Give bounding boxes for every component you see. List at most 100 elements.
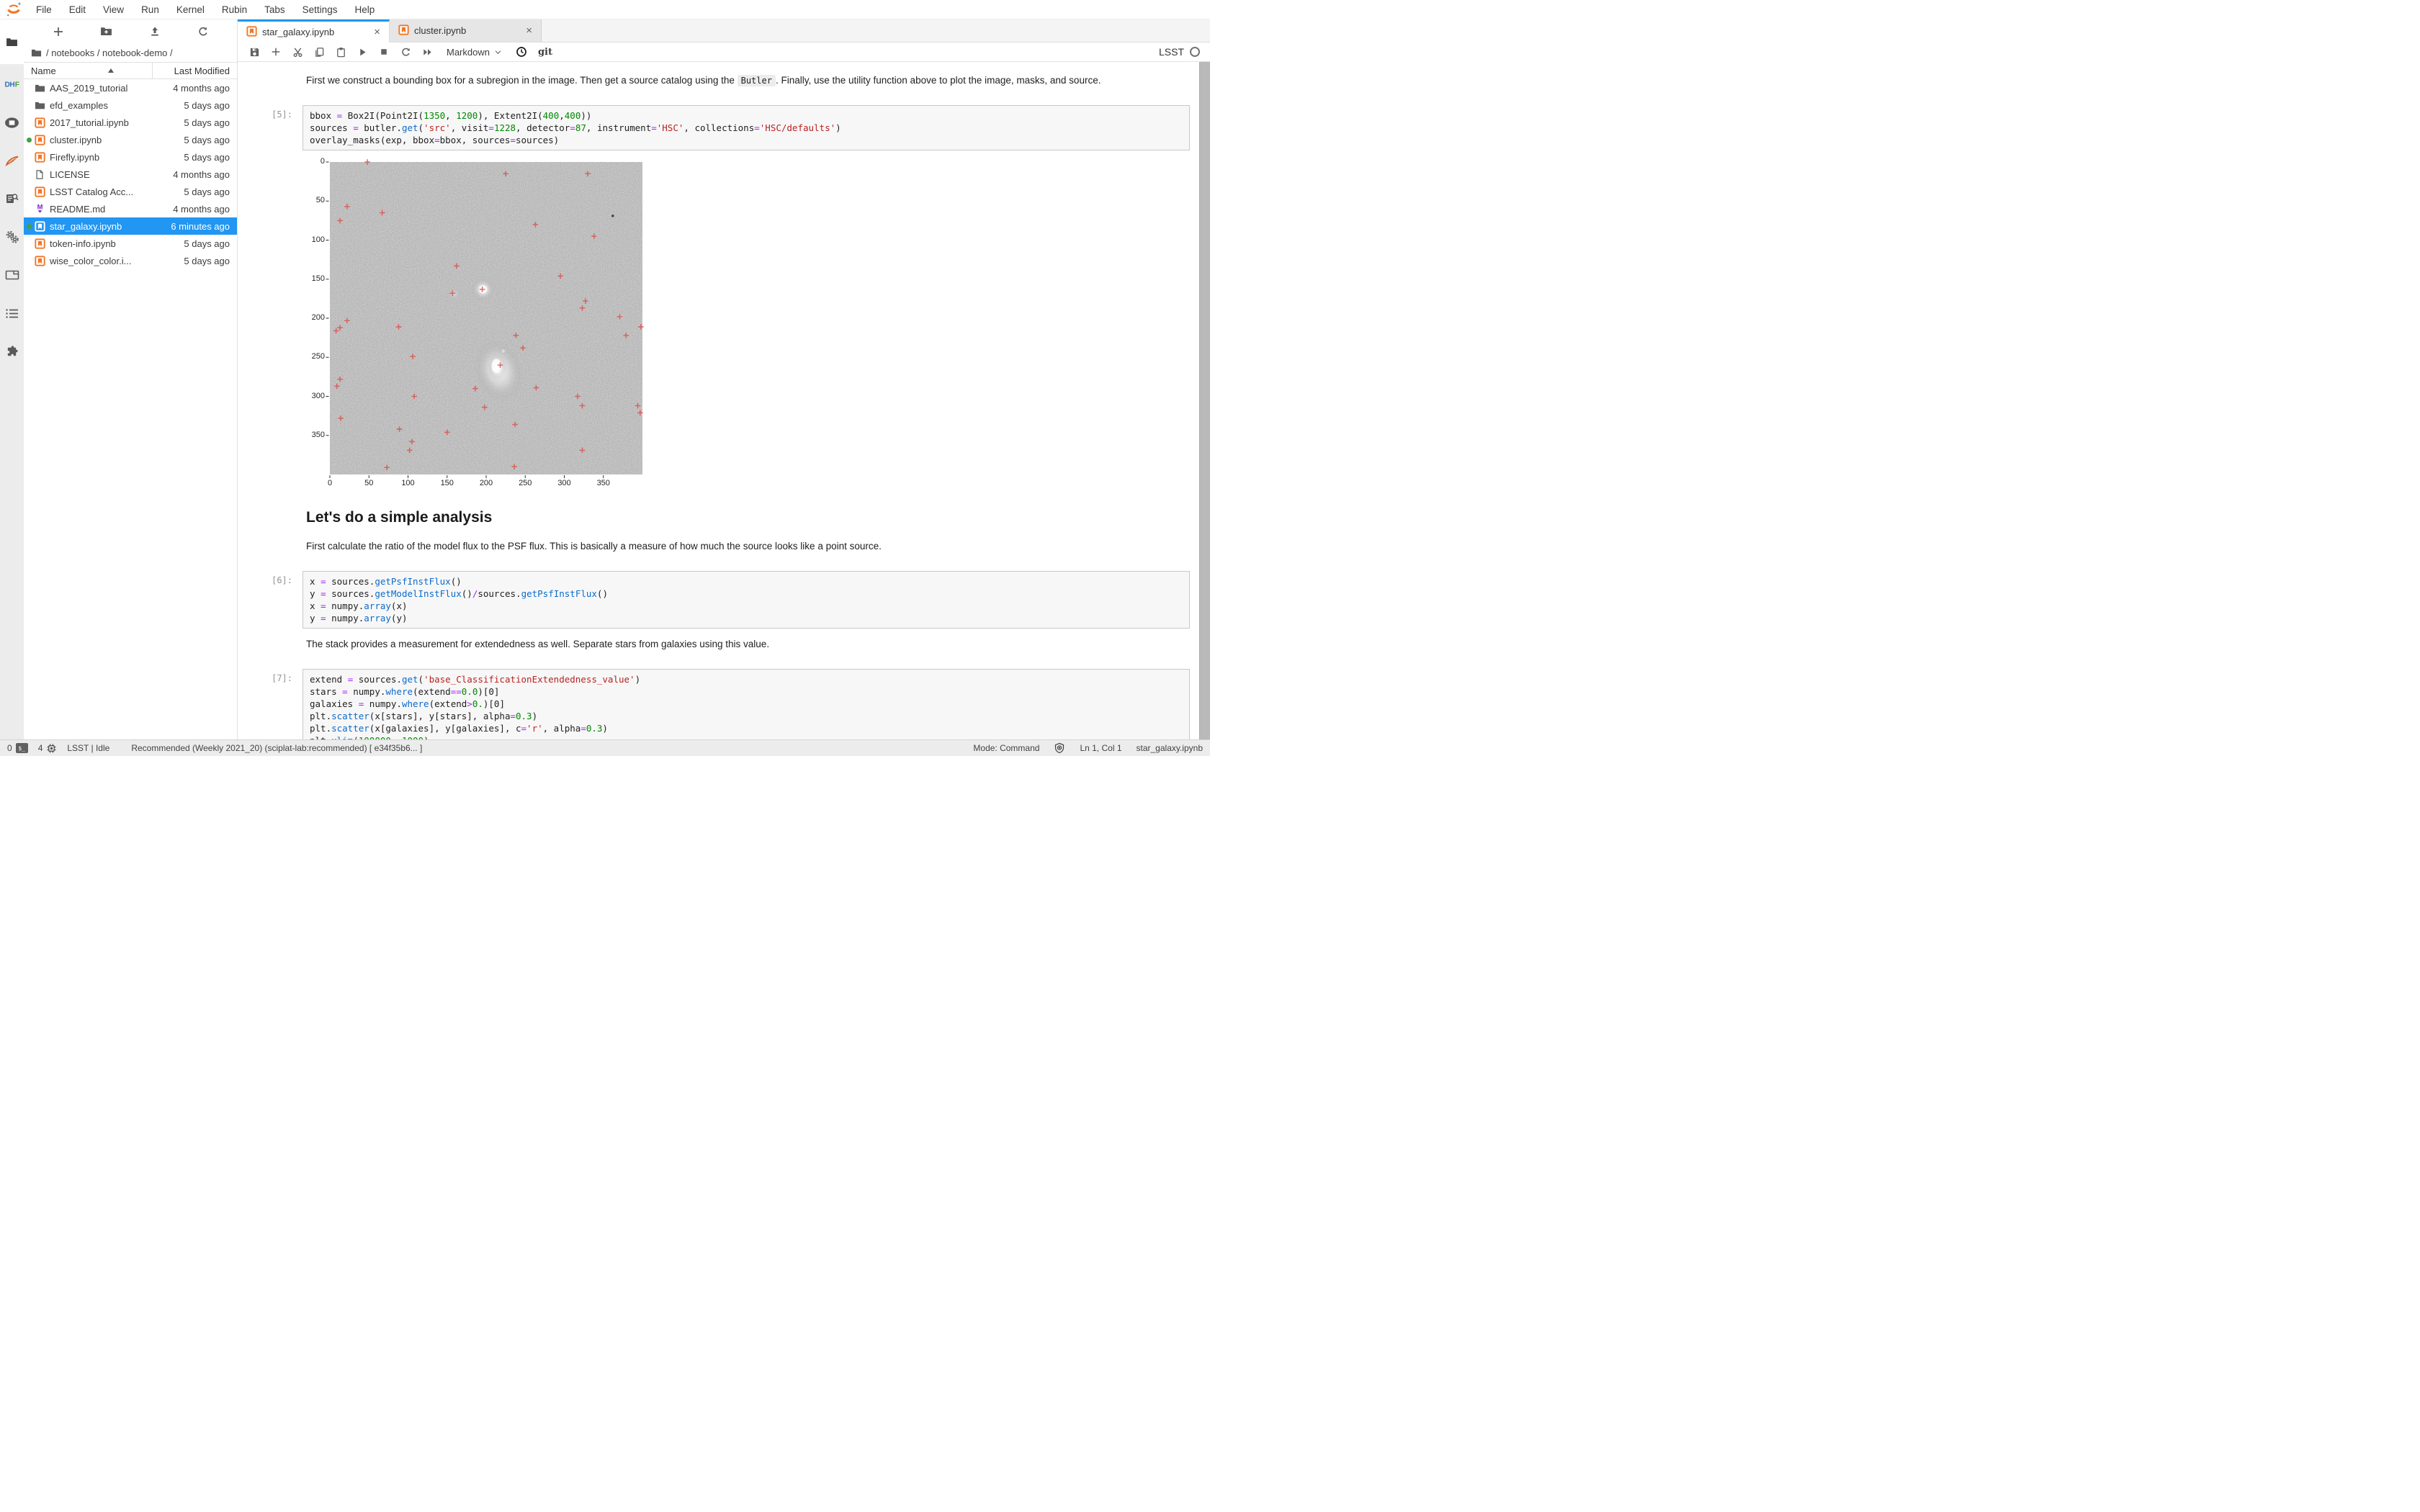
kernel-status-text[interactable]: LSST | Idle xyxy=(67,743,109,753)
interrupt-kernel-button[interactable] xyxy=(375,44,393,60)
menu-view[interactable]: View xyxy=(94,4,133,15)
new-launcher-button[interactable] xyxy=(48,23,68,40)
code-line: galaxies = numpy.where(extend>0.)[0] xyxy=(310,698,505,709)
x-tick-label: 50 xyxy=(364,479,374,487)
code-cell[interactable]: [5]: bbox = Box2I(Point2I(1350, 1200), Ex… xyxy=(238,105,1190,150)
list-item[interactable]: star_galaxy.ipynb 6 minutes ago xyxy=(24,217,237,235)
sidebar-item-hdf5-viewer[interactable]: HDF xyxy=(0,67,24,105)
terminals-count: 0 xyxy=(7,743,12,753)
terminals-status[interactable]: 0 $_ xyxy=(7,743,28,753)
menu-help[interactable]: Help xyxy=(346,4,383,15)
restart-kernel-button[interactable] xyxy=(396,44,415,60)
sidebar-item-open-tabs[interactable] xyxy=(0,258,24,296)
code-line: y = numpy.array(y) xyxy=(310,613,408,624)
new-folder-icon xyxy=(101,27,112,36)
hdf5-viewer-icon: HDF xyxy=(4,78,20,94)
menu-file[interactable]: File xyxy=(27,4,60,15)
sort-by-modified-header[interactable]: Last Modified xyxy=(153,66,237,76)
sidebar-item-running-sessions[interactable] xyxy=(0,105,24,143)
folder-icon xyxy=(34,83,45,94)
sidebar-item-extension-manager[interactable] xyxy=(0,334,24,372)
y-tick-label: 50 xyxy=(315,196,325,205)
file-list: AAS_2019_tutorial 4 months ago efd_example… xyxy=(24,79,237,739)
menu-rubin[interactable]: Rubin xyxy=(213,4,256,15)
code-line: x = sources.getPsfInstFlux() xyxy=(310,576,462,587)
restart-run-all-button[interactable] xyxy=(418,44,436,60)
y-tick-label: 100 xyxy=(311,235,325,244)
cell-type-dropdown[interactable]: Markdown xyxy=(439,47,509,58)
paste-cells-button[interactable] xyxy=(331,44,350,60)
cut-cells-button[interactable] xyxy=(288,44,307,60)
cursor-position[interactable]: Ln 1, Col 1 xyxy=(1080,743,1121,753)
markdown-text: First we construct a bounding box for a … xyxy=(306,75,738,86)
sidebar-item-file-browser[interactable] xyxy=(0,19,24,64)
notebook-icon xyxy=(34,134,45,145)
run-cell-button[interactable] xyxy=(353,44,372,60)
code-editor[interactable]: extend = sources.get('base_Classificatio… xyxy=(302,669,1190,739)
list-item[interactable]: LICENSE 4 months ago xyxy=(24,166,237,183)
kernel-indicator[interactable]: LSST xyxy=(1159,46,1203,58)
code-editor[interactable]: x = sources.getPsfInstFlux() y = sources.… xyxy=(302,571,1190,629)
sidebar-item-table-of-contents[interactable] xyxy=(0,296,24,334)
command-mode-indicator[interactable]: Mode: Command xyxy=(973,743,1039,753)
sort-by-name-header[interactable]: Name xyxy=(24,63,153,78)
kernels-status[interactable]: 4 xyxy=(38,743,58,754)
markdown-cell[interactable]: First we construct a bounding box for a … xyxy=(306,73,1190,88)
notebook-scrollbar[interactable] xyxy=(1199,62,1210,739)
y-tick-label: 200 xyxy=(311,313,325,322)
list-item[interactable]: AAS_2019_tutorial 4 months ago xyxy=(24,79,237,96)
clock-icon xyxy=(516,47,526,57)
list-item[interactable]: cluster.ipynb 5 days ago xyxy=(24,131,237,148)
y-tick-label: 0 xyxy=(320,157,325,166)
list-item[interactable]: LSST Catalog Acc... 5 days ago xyxy=(24,183,237,200)
section-heading[interactable]: Let's do a simple analysis xyxy=(306,509,1190,526)
menu-run[interactable]: Run xyxy=(133,4,168,15)
notebook-icon xyxy=(398,24,409,37)
menu-tabs[interactable]: Tabs xyxy=(256,4,294,15)
new-folder-button[interactable] xyxy=(97,23,117,40)
list-item[interactable]: 2017_tutorial.ipynb 5 days ago xyxy=(24,114,237,131)
kernel-chip-icon xyxy=(47,743,56,753)
tab-star_galaxy.ipynb[interactable]: star_galaxy.ipynb × xyxy=(238,19,390,42)
menu-settings[interactable]: Settings xyxy=(294,4,346,15)
scissors-icon xyxy=(293,47,302,57)
trust-indicator[interactable] xyxy=(1054,742,1065,754)
markdown-cell[interactable]: The stack provides a measurement for ext… xyxy=(306,637,1190,652)
notebook-content: First we construct a bounding box for a … xyxy=(238,62,1210,739)
file-name: LICENSE xyxy=(50,168,90,180)
git-menu[interactable]: git xyxy=(534,47,557,58)
sidebar-item-firefly[interactable] xyxy=(0,143,24,181)
menu-kernel[interactable]: Kernel xyxy=(168,4,213,15)
markdown-cell[interactable]: First calculate the ratio of the model f… xyxy=(306,539,1190,554)
history-button[interactable] xyxy=(512,44,531,60)
insert-cell-button[interactable] xyxy=(266,44,285,60)
file-name: wise_color_color.i... xyxy=(50,255,132,266)
list-item[interactable]: M README.md 4 months ago xyxy=(24,200,237,217)
list-item[interactable]: wise_color_color.i... 5 days ago xyxy=(24,252,237,269)
upload-button[interactable] xyxy=(145,23,165,40)
breadcrumb[interactable]: / notebooks / notebook-demo / xyxy=(24,43,237,62)
cell-type-value: Markdown xyxy=(447,46,490,58)
list-item[interactable]: efd_examples 5 days ago xyxy=(24,96,237,114)
svg-text:F: F xyxy=(14,81,19,89)
copy-cells-button[interactable] xyxy=(310,44,328,60)
close-icon[interactable]: × xyxy=(523,24,535,37)
tab-cluster.ipynb[interactable]: cluster.ipynb × xyxy=(390,19,542,42)
code-editor[interactable]: bbox = Box2I(Point2I(1350, 1200), Extent… xyxy=(302,105,1190,150)
list-item[interactable]: Firefly.ipynb 5 days ago xyxy=(24,148,237,166)
x-tick-label: 250 xyxy=(519,479,532,487)
svg-text:D: D xyxy=(4,81,9,89)
code-line: overlay_masks(exp, bbox=bbox, sources=so… xyxy=(310,135,560,145)
sidebar-item-catalog-search[interactable] xyxy=(0,181,24,220)
file-name: Firefly.ipynb xyxy=(50,151,100,163)
code-cell[interactable]: [6]: x = sources.getPsfInstFlux() y = sour… xyxy=(238,571,1190,629)
close-icon[interactable]: × xyxy=(371,26,383,38)
menu-edit[interactable]: Edit xyxy=(60,4,94,15)
code-cell[interactable]: [7]: extend = sources.get('base_Classific… xyxy=(238,669,1190,739)
save-button[interactable] xyxy=(245,44,264,60)
file-name: star_galaxy.ipynb xyxy=(50,220,122,232)
sidebar-item-system-tools[interactable] xyxy=(0,220,24,258)
active-filename: star_galaxy.ipynb xyxy=(1136,743,1204,753)
refresh-button[interactable] xyxy=(193,23,213,40)
list-item[interactable]: token-info.ipynb 5 days ago xyxy=(24,235,237,252)
